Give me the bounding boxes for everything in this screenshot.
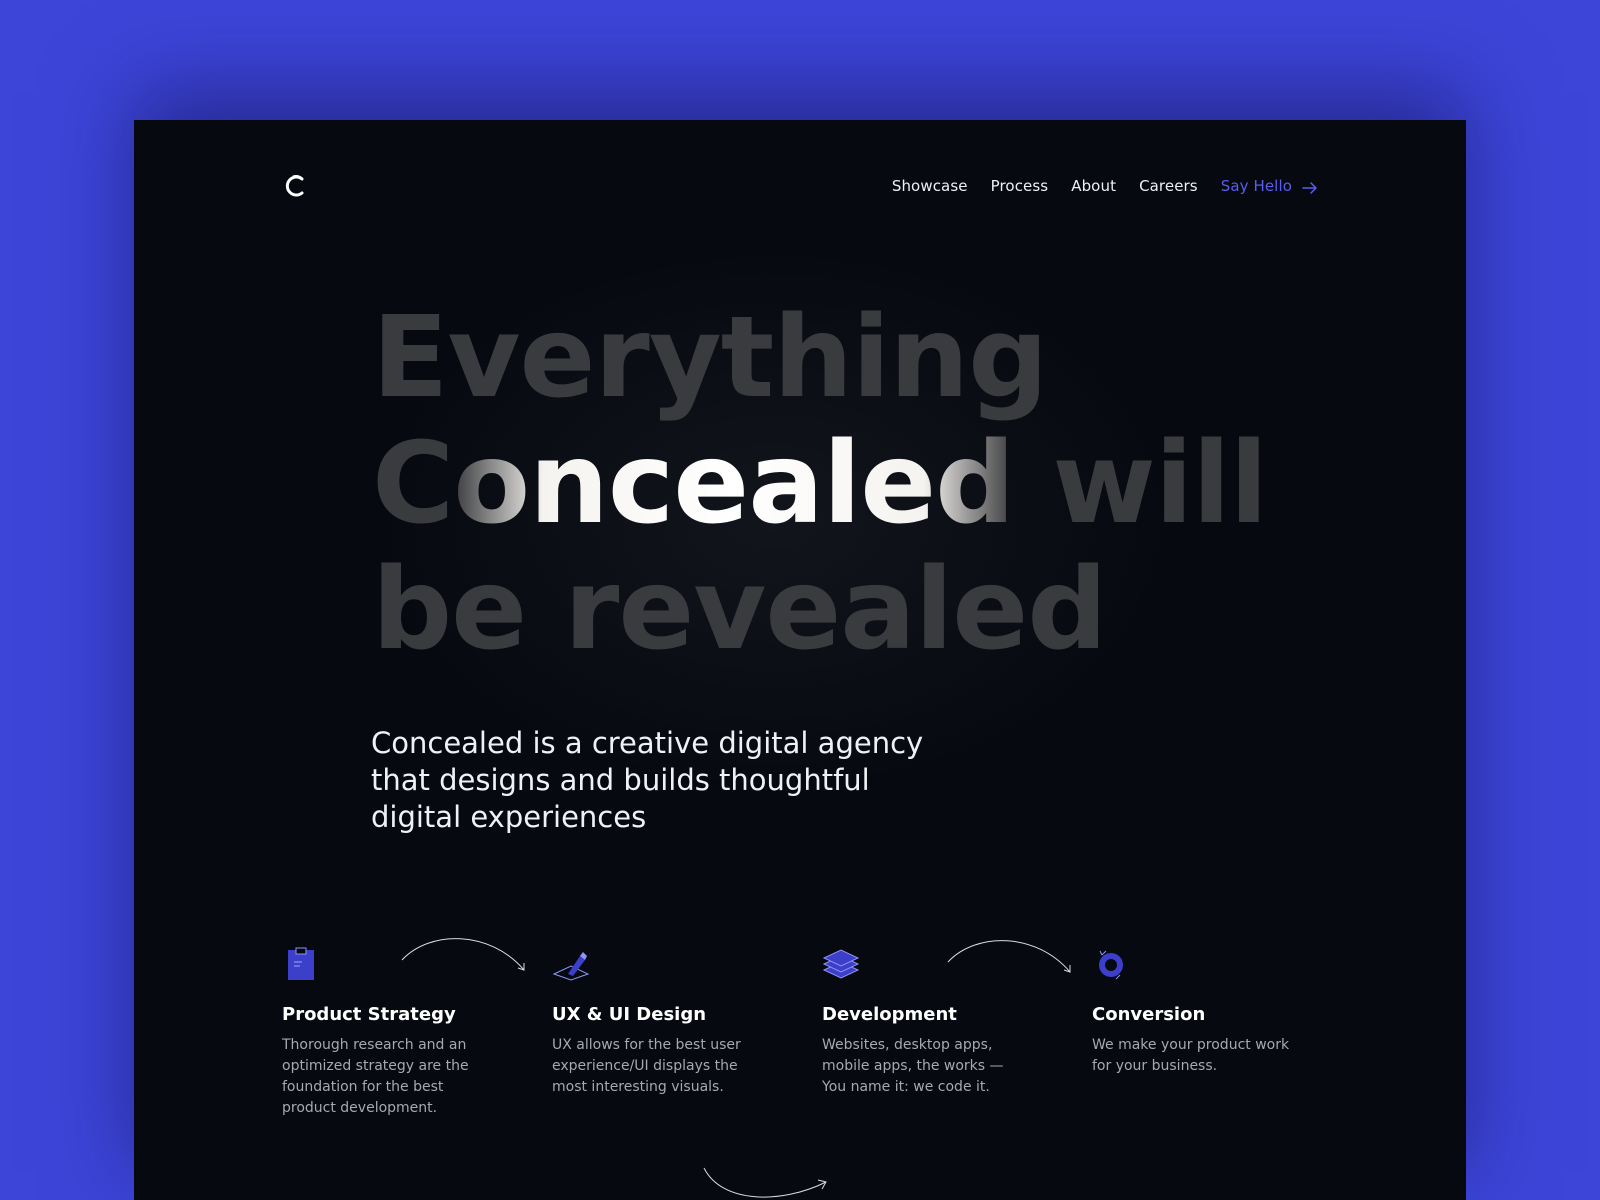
- service-conversion: Conversion We make your product work for…: [1092, 946, 1302, 1077]
- hero-headline: Everything Concealed will be revealed: [372, 293, 1268, 675]
- service-description: Thorough research and an optimized strat…: [282, 1037, 469, 1116]
- say-hello-link[interactable]: Say Hello: [1221, 177, 1318, 195]
- clipboard-icon: [282, 946, 320, 984]
- service-description: Websites, desktop apps, mobile apps, the…: [822, 1037, 1004, 1095]
- refresh-icon: [1092, 946, 1130, 984]
- intro-text: Concealed is a creative digital agency t…: [371, 726, 924, 834]
- service-description: We make your product work for your busin…: [1092, 1037, 1290, 1074]
- nav-careers-link[interactable]: Careers: [1139, 177, 1198, 195]
- service-description: UX allows for the best user experience/U…: [552, 1037, 741, 1095]
- say-hello-label: Say Hello: [1220, 177, 1292, 195]
- layers-icon: [822, 946, 860, 984]
- service-title: Conversion: [1092, 1004, 1206, 1025]
- service-title: Development: [822, 1004, 957, 1025]
- service-development: Development Websites, desktop apps, mobi…: [822, 946, 1032, 1098]
- nav-about-link[interactable]: About: [1071, 177, 1116, 195]
- nav-links: Showcase Process About Careers Say Hello: [892, 177, 1318, 195]
- hero-line-2-end: will: [1014, 419, 1268, 549]
- pen-tool-icon: [552, 946, 590, 984]
- service-title: UX & UI Design: [552, 1004, 707, 1025]
- nav-process-link[interactable]: Process: [991, 177, 1049, 195]
- curved-arrow-icon: [703, 1167, 827, 1198]
- hero-line-1: Everything: [372, 293, 1048, 423]
- service-product-strategy: Product Strategy Thorough research and a…: [282, 946, 492, 1119]
- hero-line-2-start: C: [372, 419, 454, 549]
- top-nav: Showcase Process About Careers Say Hello: [282, 156, 1318, 216]
- hero-line-2: Concealed will: [372, 419, 1268, 549]
- nav-showcase-link[interactable]: Showcase: [892, 177, 968, 195]
- hero-line-3: be revealed: [372, 545, 1107, 675]
- c-logo-icon[interactable]: [282, 173, 308, 199]
- website-frame: Showcase Process About Careers Say Hello…: [134, 120, 1466, 1200]
- services-row: Product Strategy Thorough research and a…: [282, 938, 1342, 1198]
- arrow-right-icon: [1302, 180, 1318, 194]
- service-title: Product Strategy: [282, 1004, 456, 1025]
- service-ux-ui-design: UX & UI Design UX allows for the best us…: [552, 946, 762, 1098]
- hero-line-2-highlight: oncealed: [453, 419, 1015, 549]
